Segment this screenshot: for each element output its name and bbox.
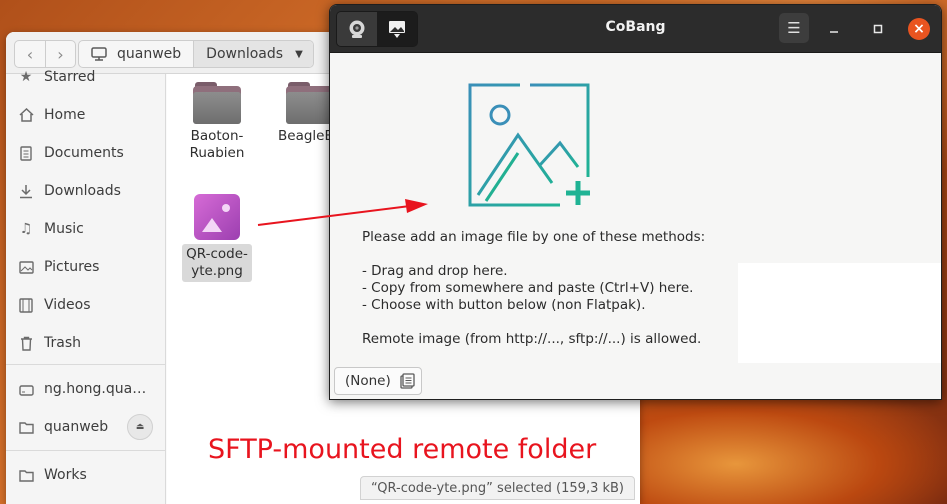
hamburger-icon: ☰ — [787, 19, 801, 37]
file-chooser-button[interactable]: (None) — [334, 367, 422, 395]
path-segment-current[interactable]: Downloads ▼ — [193, 41, 313, 67]
instructions: Please add an image file by one of these… — [362, 229, 705, 348]
preview-area — [738, 263, 941, 363]
maximize-button[interactable] — [868, 19, 888, 39]
folder-item[interactable]: Baoton- Ruabien — [174, 82, 260, 162]
sidebar-item-trash[interactable]: Trash — [6, 328, 166, 358]
window-title: CoBang — [605, 19, 666, 35]
add-image-illustration — [468, 83, 590, 207]
file-name: Baoton- Ruabien — [189, 128, 245, 161]
eject-button[interactable]: ⏏ — [127, 414, 153, 440]
chevron-right-icon: › — [57, 44, 64, 64]
path-segment-label: quanweb — [117, 46, 182, 62]
home-icon — [18, 107, 34, 123]
triangle-down-icon: ▼ — [295, 48, 303, 60]
minimize-icon — [830, 31, 838, 33]
trash-icon — [18, 335, 34, 351]
document-open-icon — [400, 373, 415, 389]
sidebar-separator — [6, 364, 166, 365]
main-menu-button[interactable]: ☰ — [779, 13, 809, 43]
maximize-icon — [873, 24, 883, 34]
sidebar-item-drive[interactable]: ng.hong.quan... — [6, 374, 166, 404]
cobang-window: CoBang ☰ × Please add an image file by o… — [329, 4, 942, 400]
method-choose-button: - Choose with button below (non Flatpak)… — [362, 297, 646, 313]
download-icon — [18, 183, 34, 199]
remote-image-note: Remote image (from http://..., sftp://..… — [362, 331, 702, 347]
folder-icon — [193, 82, 241, 124]
path-segment-label: Downloads — [206, 46, 284, 62]
method-drag-drop: - Drag and drop here. — [362, 263, 508, 279]
sidebar-item-downloads[interactable]: Downloads — [6, 176, 166, 206]
annotation-label: SFTP-mounted remote folder — [208, 434, 597, 465]
sidebar-item-pictures[interactable]: Pictures — [6, 252, 166, 282]
sidebar-item-works[interactable]: Works — [6, 460, 166, 490]
sidebar-item-home[interactable]: Home — [6, 100, 166, 130]
sidebar-item-documents[interactable]: Documents — [6, 138, 166, 168]
image-drop-area[interactable]: Please add an image file by one of these… — [330, 53, 941, 399]
cobang-headerbar: CoBang ☰ × — [330, 5, 941, 53]
selection-status: “QR-code-yte.png” selected (159,3 kB) — [360, 476, 635, 500]
picture-icon — [18, 259, 34, 275]
file-chooser-label: (None) — [345, 373, 391, 389]
star-icon: ★ — [19, 69, 33, 85]
file-name: QR-code- yte.png — [182, 244, 252, 282]
eject-icon: ⏏ — [135, 422, 145, 432]
image-file-item[interactable]: QR-code- yte.png — [174, 194, 260, 282]
folder-icon — [18, 467, 34, 483]
close-icon: × — [913, 21, 925, 37]
preview-area-top — [738, 53, 941, 263]
sidebar-item-videos[interactable]: Videos — [6, 290, 166, 320]
document-icon — [18, 145, 34, 161]
places-sidebar: ★ Starred Home Documents Downloads ♫ Mus… — [6, 69, 166, 504]
folder-icon — [286, 82, 334, 124]
method-paste: - Copy from somewhere and paste (Ctrl+V)… — [362, 280, 694, 296]
network-folder-icon — [18, 419, 34, 435]
sidebar-item-music[interactable]: ♫ Music — [6, 214, 166, 244]
close-button[interactable]: × — [908, 18, 930, 40]
video-icon — [18, 297, 34, 313]
sidebar-separator — [6, 450, 166, 451]
sidebar-item-starred[interactable]: ★ Starred — [6, 62, 166, 92]
image-file-icon — [194, 194, 240, 240]
instructions-heading: Please add an image file by one of these… — [362, 229, 706, 245]
chevron-left-icon: ‹ — [26, 44, 34, 64]
music-icon: ♫ — [19, 221, 33, 237]
drive-icon — [18, 381, 34, 397]
network-folder-icon — [91, 47, 107, 61]
minimize-button[interactable] — [824, 19, 844, 39]
